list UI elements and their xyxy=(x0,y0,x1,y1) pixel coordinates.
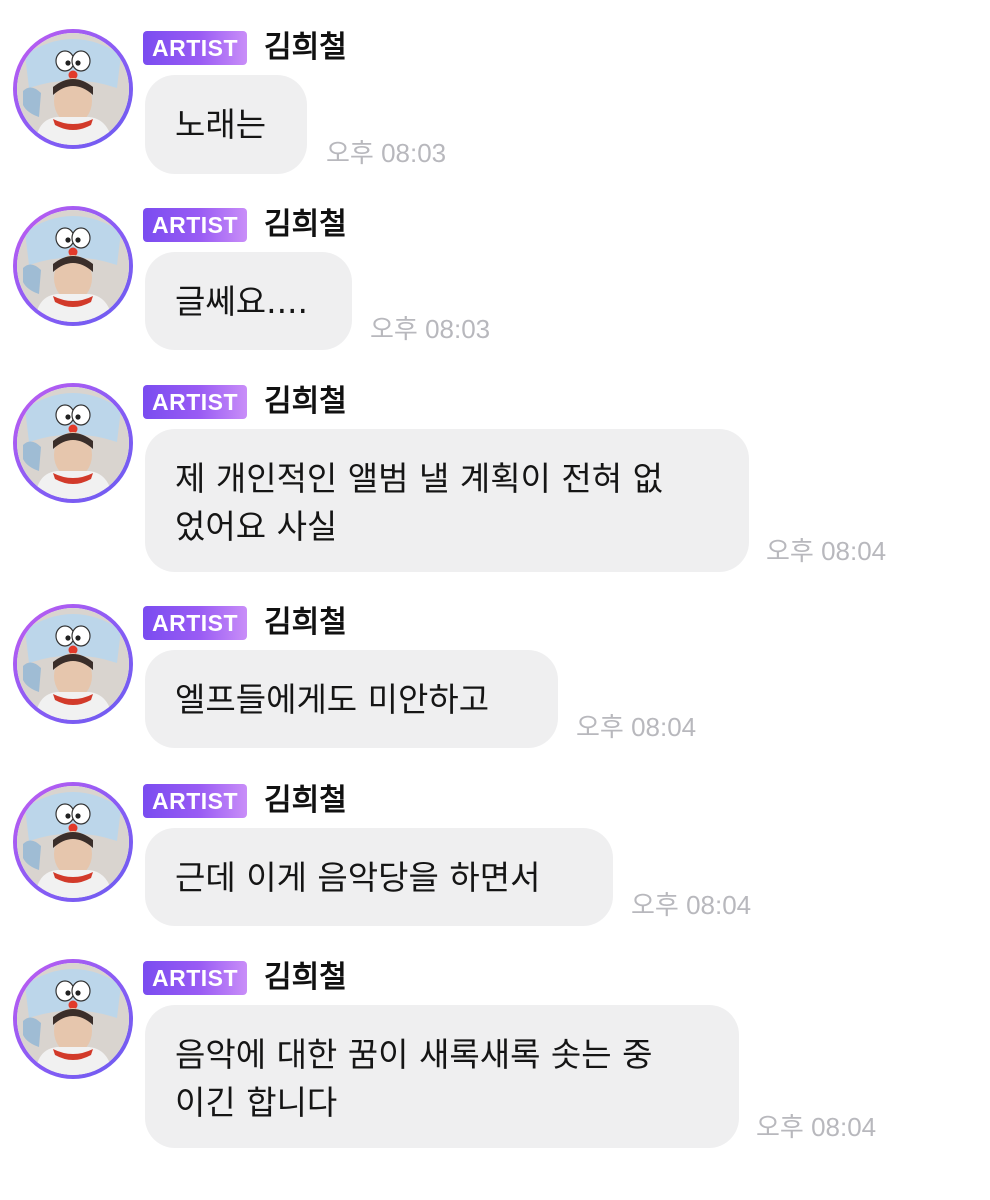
sender-name: 김희철 xyxy=(264,30,347,65)
message-timestamp: 오후 08:03 xyxy=(370,314,491,344)
avatar-ring[interactable] xyxy=(13,206,133,326)
avatar-ring[interactable] xyxy=(13,29,133,149)
sender-name: 김희철 xyxy=(264,207,347,242)
message-bubble[interactable]: 노래는 xyxy=(145,75,307,174)
avatar[interactable] xyxy=(17,963,129,1075)
message-bubble[interactable]: 근데 이게 음악당을 하면서 xyxy=(145,828,613,926)
avatar-icon xyxy=(17,387,129,499)
avatar[interactable] xyxy=(17,608,129,720)
avatar-ring[interactable] xyxy=(13,604,133,724)
avatar[interactable] xyxy=(17,33,129,145)
avatar[interactable] xyxy=(17,387,129,499)
message-text-line: 제 개인적인 앨범 낼 계획이 전혀 없 xyxy=(175,459,663,498)
sender-name: 김희철 xyxy=(264,384,347,419)
message-bubble[interactable]: 제 개인적인 앨범 낼 계획이 전혀 없 었어요 사실 xyxy=(145,429,749,572)
artist-badge: ARTIST xyxy=(143,784,247,818)
avatar-ring[interactable] xyxy=(13,782,133,902)
message-timestamp: 오후 08:03 xyxy=(326,138,447,168)
avatar-icon xyxy=(17,786,129,898)
message-text: 엘프들에게도 미안하고 xyxy=(175,680,490,719)
message-timestamp: 오후 08:04 xyxy=(576,712,697,742)
message-bubble[interactable]: 글쎄요.... xyxy=(145,252,352,350)
message-text-line: 음악에 대한 꿈이 새록새록 솟는 중 xyxy=(175,1035,653,1074)
avatar[interactable] xyxy=(17,786,129,898)
message-text: 글쎄요.... xyxy=(175,282,309,321)
sender-name: 김희철 xyxy=(264,783,347,818)
artist-badge: ARTIST xyxy=(143,31,247,65)
sender-name: 김희철 xyxy=(264,605,347,640)
message-text-line: 었어요 사실 xyxy=(175,507,338,546)
artist-badge: ARTIST xyxy=(143,385,247,419)
artist-badge: ARTIST xyxy=(143,606,247,640)
message-text-line: 이긴 합니다 xyxy=(175,1083,338,1122)
artist-badge: ARTIST xyxy=(143,208,247,242)
message-timestamp: 오후 08:04 xyxy=(766,536,887,566)
avatar-ring[interactable] xyxy=(13,959,133,1079)
avatar[interactable] xyxy=(17,210,129,322)
message-bubble[interactable]: 음악에 대한 꿈이 새록새록 솟는 중 이긴 합니다 xyxy=(145,1005,739,1148)
message-timestamp: 오후 08:04 xyxy=(631,890,752,920)
message-bubble[interactable]: 엘프들에게도 미안하고 xyxy=(145,650,558,748)
avatar-icon xyxy=(17,33,129,145)
avatar-icon xyxy=(17,608,129,720)
avatar-icon xyxy=(17,210,129,322)
message-timestamp: 오후 08:04 xyxy=(756,1112,877,1142)
sender-name: 김희철 xyxy=(264,960,347,995)
avatar-ring[interactable] xyxy=(13,383,133,503)
message-text: 근데 이게 음악당을 하면서 xyxy=(175,858,541,897)
message-text: 노래는 xyxy=(175,105,267,144)
avatar-icon xyxy=(17,963,129,1075)
artist-badge: ARTIST xyxy=(143,961,247,995)
